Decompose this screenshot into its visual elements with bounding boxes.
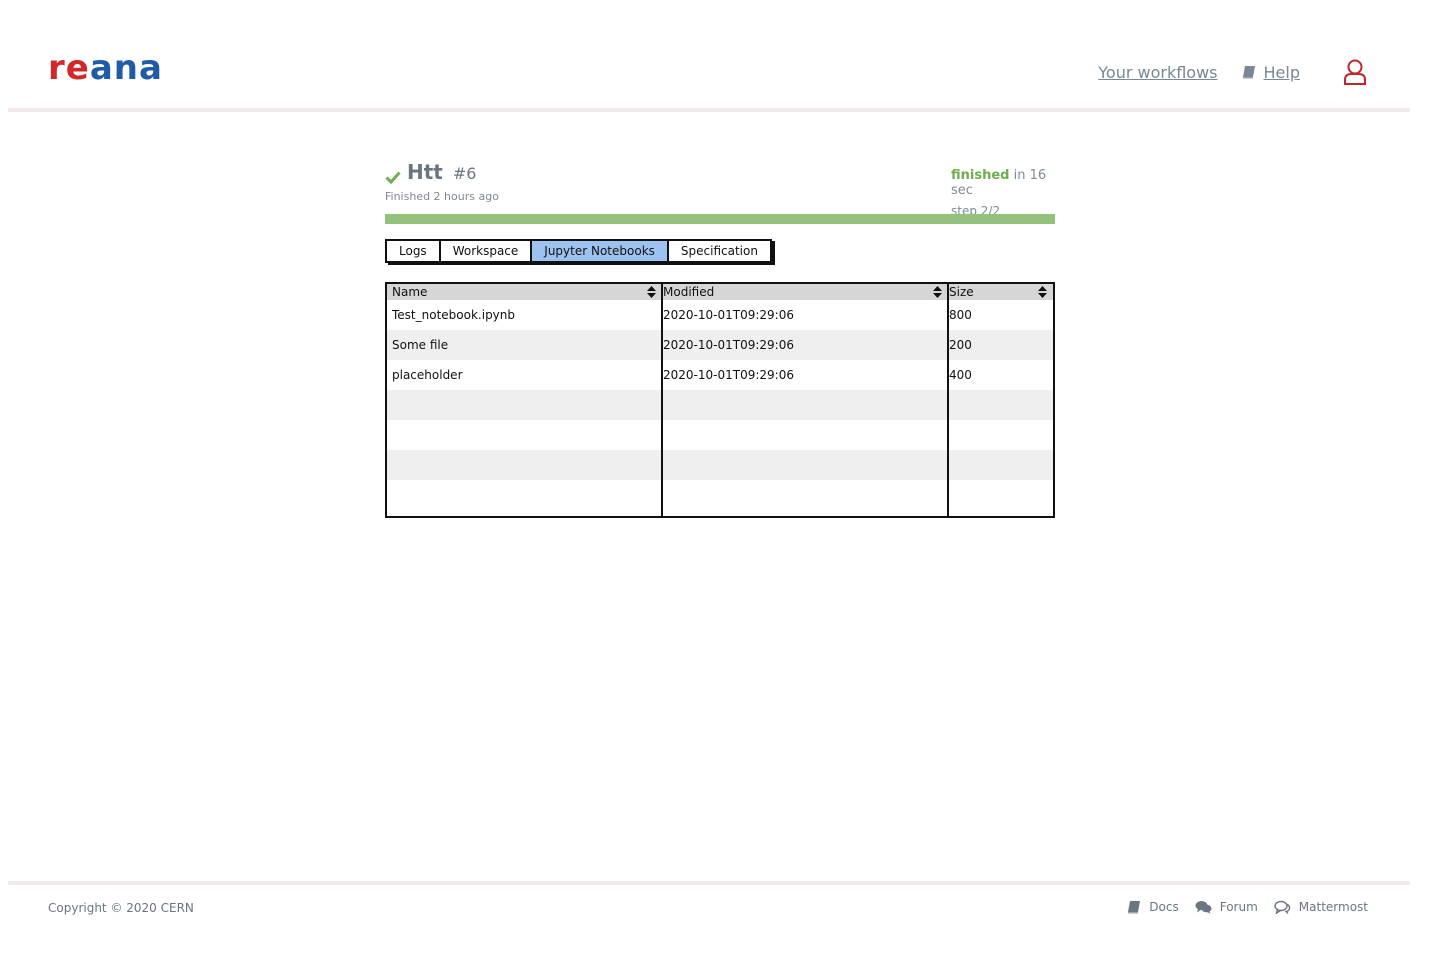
table-row [387, 420, 1053, 450]
table-row[interactable]: placeholder 2020-10-01T09:29:06 400 [387, 360, 1053, 390]
column-header-name[interactable]: Name [387, 284, 662, 300]
your-workflows-link[interactable]: Your workflows [1098, 63, 1217, 82]
logo-text-re: re [48, 48, 90, 88]
footer-link-mattermost[interactable]: Mattermost [1274, 900, 1368, 914]
tab-specification[interactable]: Specification [669, 241, 770, 261]
table-cell-modified [662, 390, 948, 420]
table-cell-name: placeholder [392, 368, 463, 382]
table-row[interactable]: Test_notebook.ipynb 2020-10-01T09:29:06 80… [387, 300, 1053, 330]
workflow-progress-bar [385, 214, 1055, 224]
table-cell-modified: 2020-10-01T09:29:06 [663, 338, 794, 352]
workflow-summary: Htt #6 Finished 2 hours ago finished in … [385, 160, 1055, 218]
table-row [387, 480, 1053, 510]
sort-icon[interactable] [933, 286, 942, 298]
column-header-modified[interactable]: Modified [662, 284, 948, 300]
table-cell-modified [662, 450, 948, 480]
user-icon[interactable] [1342, 58, 1368, 86]
workflow-state: finished [951, 168, 1010, 183]
sort-icon[interactable] [647, 286, 656, 298]
table-cell-name [387, 390, 662, 420]
help-link-group[interactable]: Help [1242, 63, 1300, 82]
table-cell-name: Test_notebook.ipynb [392, 308, 516, 322]
sort-icon[interactable] [1038, 286, 1047, 298]
table-cell-size [948, 390, 1053, 420]
header: reana Your workflows Help [0, 0, 1432, 110]
table-cell-modified [662, 480, 948, 510]
footer-link-forum[interactable]: Forum [1195, 900, 1258, 914]
logo-text-ana: ana [89, 48, 163, 88]
table-row [387, 390, 1053, 420]
tab-workspace[interactable]: Workspace [441, 241, 533, 261]
table-cell-modified: 2020-10-01T09:29:06 [663, 368, 794, 382]
tab-jupyter-notebooks[interactable]: Jupyter Notebooks [532, 241, 669, 261]
top-nav: Your workflows Help [1098, 58, 1368, 86]
help-link[interactable]: Help [1264, 63, 1300, 82]
book-icon [1128, 901, 1141, 914]
copyright: Copyright © 2020 CERN [48, 901, 194, 915]
column-header-label: Name [392, 285, 428, 299]
column-header-label: Size [949, 285, 974, 299]
workflow-progress-fill [385, 214, 1055, 224]
table-header: Name Modified Size [387, 284, 1053, 300]
table-row [387, 450, 1053, 480]
table-cell-modified [662, 420, 948, 450]
workflow-status-line: finished in 16 sec [951, 168, 1053, 198]
table-cell-size [948, 420, 1053, 450]
book-icon [1242, 66, 1255, 79]
header-divider [8, 108, 1410, 112]
table-cell-size [948, 450, 1053, 480]
column-divider [661, 284, 663, 516]
footer-link-label: Mattermost [1298, 900, 1368, 914]
footer-link-docs[interactable]: Docs [1127, 900, 1179, 914]
table-cell-size: 800 [949, 308, 972, 322]
workflow-tabs: Logs Workspace Jupyter Notebooks Specificat… [385, 239, 772, 263]
column-header-label: Modified [663, 285, 715, 299]
footer-divider [8, 881, 1410, 885]
column-divider [947, 284, 949, 516]
table-cell-size: 200 [949, 338, 972, 352]
check-icon [385, 171, 401, 184]
table-cell-name: Some file [392, 338, 449, 352]
workflow-run-number: #6 [452, 164, 477, 183]
workflow-status: finished in 16 sec step 2/2 [951, 168, 1053, 218]
table-cell-name [387, 420, 662, 450]
table-cell-size: 400 [949, 368, 972, 382]
table-cell-size [948, 480, 1053, 510]
table-row[interactable]: Some file 2020-10-01T09:29:06 200 [387, 330, 1053, 360]
column-header-size[interactable]: Size [948, 284, 1053, 300]
table-body: Test_notebook.ipynb 2020-10-01T09:29:06 80… [387, 300, 1053, 510]
table-cell-name [387, 450, 662, 480]
table-cell-modified: 2020-10-01T09:29:06 [663, 308, 794, 322]
footer-link-label: Forum [1219, 900, 1258, 914]
workflow-name: Htt [407, 160, 443, 184]
reana-logo[interactable]: reana [48, 48, 163, 88]
footer-links: Docs Forum Mattermost [1111, 900, 1368, 914]
footer-link-label: Docs [1149, 900, 1179, 914]
table-cell-name [387, 480, 662, 510]
notebooks-table: Name Modified Size Test_notebook.ipynb 2020… [385, 282, 1055, 518]
chat-outline-icon [1274, 900, 1291, 914]
tab-logs[interactable]: Logs [387, 241, 441, 261]
chat-bubbles-icon [1195, 901, 1212, 914]
